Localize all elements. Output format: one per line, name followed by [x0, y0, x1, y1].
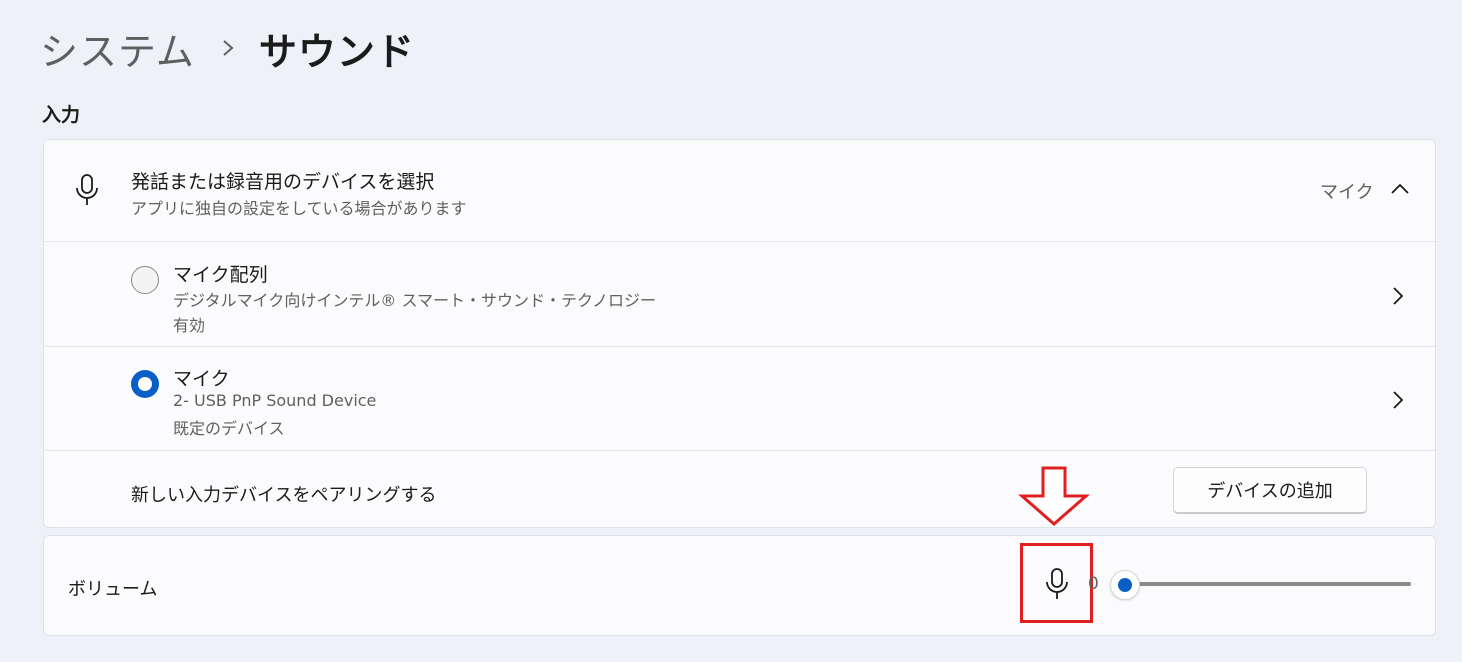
device-picker-title: 発話または録音用のデバイスを選択: [131, 171, 435, 193]
chevron-right-icon[interactable]: [1392, 286, 1404, 306]
page-title: サウンド: [258, 29, 415, 74]
device-description: デジタルマイク向けインテル® スマート・サウンド・テクノロジー: [173, 291, 657, 310]
device-status: 既定のデバイス: [173, 419, 285, 438]
divider: [44, 450, 1435, 451]
add-device-button[interactable]: デバイスの追加: [1173, 467, 1367, 514]
volume-slider-track[interactable]: [1126, 582, 1411, 586]
input-section-label: 入力: [42, 104, 81, 126]
device-description: 2- USB PnP Sound Device: [173, 391, 377, 410]
breadcrumb: システム サウンド: [40, 22, 415, 74]
divider: [44, 346, 1435, 347]
chevron-right-icon: [223, 40, 234, 56]
microphone-icon: [76, 174, 98, 205]
pair-device-label: 新しい入力デバイスをペアリングする: [131, 485, 437, 506]
chevron-right-icon[interactable]: [1392, 390, 1404, 410]
device-picker-subtitle: アプリに独自の設定をしている場合があります: [131, 199, 467, 218]
chevron-up-icon[interactable]: [1390, 182, 1410, 196]
device-name: マイク配列: [173, 264, 268, 286]
sound-settings-page: システム サウンド 入力 発話または録音用のデバイスを選択 アプリに独自の設定を…: [0, 0, 1462, 662]
device-picker-selected-value: マイク: [1320, 182, 1374, 203]
radio-button-unselected[interactable]: [131, 266, 159, 294]
breadcrumb-system-link[interactable]: システム: [40, 21, 195, 76]
device-status: 有効: [173, 316, 206, 335]
volume-label: ボリューム: [68, 579, 158, 600]
device-name: マイク: [173, 368, 230, 390]
volume-value: 0: [1088, 574, 1099, 594]
radio-button-selected[interactable]: [131, 370, 159, 398]
microphone-icon[interactable]: [1045, 568, 1069, 600]
volume-slider-thumb[interactable]: [1110, 570, 1140, 600]
down-arrow-icon: [1018, 466, 1090, 526]
divider: [44, 241, 1435, 242]
